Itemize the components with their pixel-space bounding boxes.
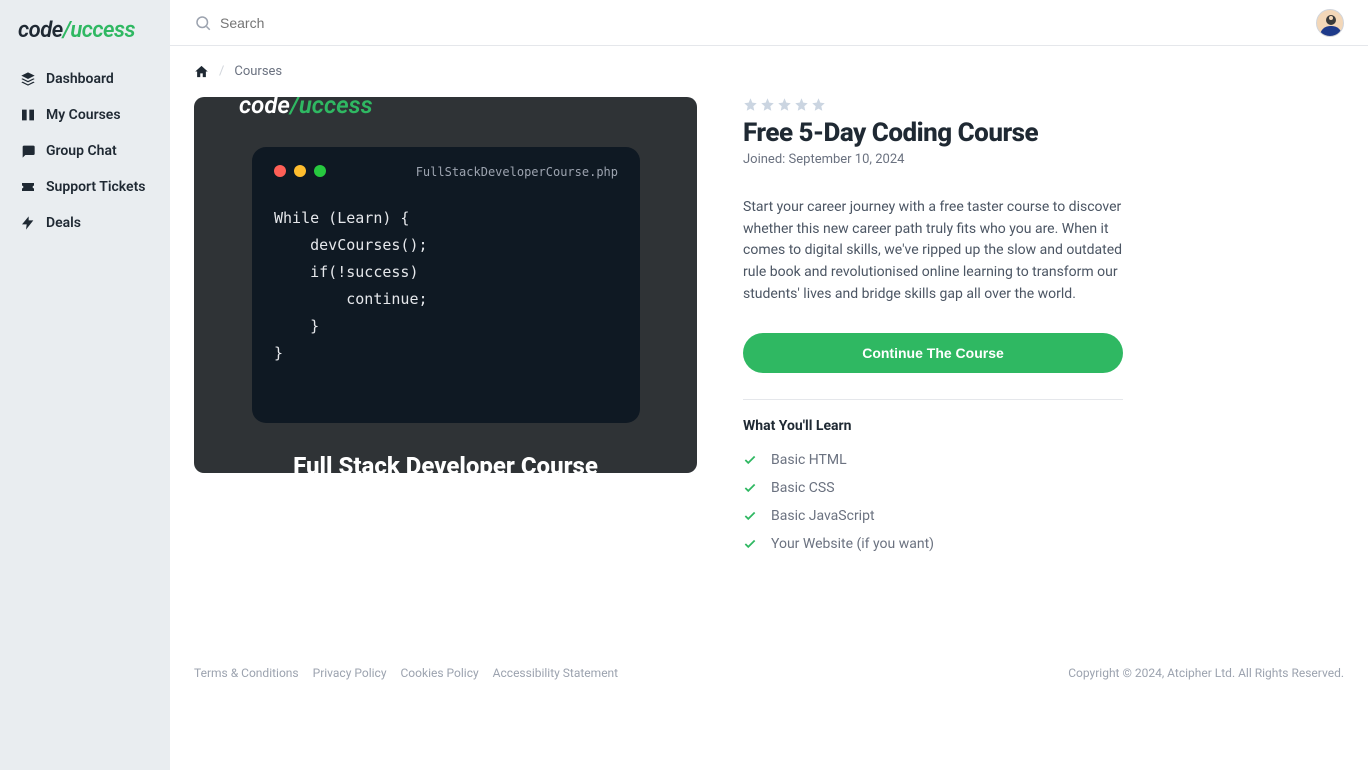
footer-link-accessibility[interactable]: Accessibility Statement: [493, 666, 618, 680]
sidebar-item-deals[interactable]: Deals: [10, 207, 160, 239]
star-icon: [794, 97, 809, 112]
learn-item-label: Your Website (if you want): [771, 536, 934, 552]
window-dot-red: [274, 165, 286, 177]
footer: Terms & Conditions Privacy Policy Cookie…: [194, 644, 1344, 770]
sidebar-item-label: Deals: [46, 215, 81, 231]
image-card-logo: code/uccess: [239, 97, 373, 119]
code-window: FullStackDeveloperCourse.php While (Lear…: [252, 147, 640, 423]
check-icon: [743, 509, 757, 523]
footer-link-cookies[interactable]: Cookies Policy: [401, 666, 479, 680]
continue-course-button[interactable]: Continue The Course: [743, 333, 1123, 373]
window-dot-green: [314, 165, 326, 177]
book-icon: [20, 107, 36, 123]
avatar[interactable]: [1316, 9, 1344, 37]
breadcrumb: / Courses: [194, 64, 1344, 79]
check-icon: [743, 481, 757, 495]
learn-item: Basic CSS: [743, 474, 1123, 502]
sidebar-item-group-chat[interactable]: Group Chat: [10, 135, 160, 167]
sidebar-item-label: Dashboard: [46, 71, 114, 87]
learn-title: What You'll Learn: [743, 418, 1123, 434]
star-icon: [760, 97, 775, 112]
learn-item-label: Basic HTML: [771, 452, 847, 468]
footer-copyright: Copyright © 2024, Atcipher Ltd. All Righ…: [1068, 666, 1344, 680]
learn-item-label: Basic JavaScript: [771, 508, 875, 524]
check-icon: [743, 453, 757, 467]
star-icon: [811, 97, 826, 112]
course-info: Free 5-Day Coding Course Joined: Septemb…: [743, 97, 1123, 558]
course-description: Start your career journey with a free ta…: [743, 197, 1123, 305]
home-icon[interactable]: [194, 64, 209, 79]
learn-item: Basic HTML: [743, 446, 1123, 474]
learn-item: Your Website (if you want): [743, 530, 1123, 558]
learn-list: Basic HTML Basic CSS Basic JavaScript: [743, 446, 1123, 558]
sidebar-item-label: Support Tickets: [46, 179, 145, 195]
course-title: Free 5-Day Coding Course: [743, 118, 1123, 148]
divider: [743, 399, 1123, 400]
sidebar-item-my-courses[interactable]: My Courses: [10, 99, 160, 131]
search-input[interactable]: [220, 15, 520, 31]
topbar: [170, 0, 1368, 46]
star-icon: [743, 97, 758, 112]
breadcrumb-current: Courses: [234, 64, 282, 79]
code-content: While (Learn) { devCourses(); if(!succes…: [274, 205, 618, 367]
check-icon: [743, 537, 757, 551]
footer-link-terms[interactable]: Terms & Conditions: [194, 666, 299, 680]
bolt-icon: [20, 215, 36, 231]
sidebar-nav: Dashboard My Courses Group Chat Support …: [0, 63, 170, 239]
footer-link-privacy[interactable]: Privacy Policy: [313, 666, 387, 680]
ticket-icon: [20, 179, 36, 195]
brand-part1: code: [18, 18, 63, 43]
search-icon: [194, 14, 212, 32]
course-joined: Joined: September 10, 2024: [743, 152, 1123, 167]
image-card-caption: Full Stack Developer Course: [194, 454, 697, 473]
code-filename: FullStackDeveloperCourse.php: [416, 165, 618, 179]
rating-stars: [743, 97, 1123, 112]
brand-part2: /uccess: [63, 18, 135, 43]
star-icon: [777, 97, 792, 112]
breadcrumb-sep: /: [219, 64, 224, 79]
course-image-card: code/uccess FullStackDeveloperCourse.php…: [194, 97, 697, 473]
window-dot-yellow: [294, 165, 306, 177]
brand-logo[interactable]: code/uccess: [0, 8, 170, 63]
sidebar-item-label: My Courses: [46, 107, 121, 123]
sidebar: code/uccess Dashboard My Courses Group C…: [0, 0, 170, 770]
layers-icon: [20, 71, 36, 87]
chat-icon: [20, 143, 36, 159]
sidebar-item-dashboard[interactable]: Dashboard: [10, 63, 160, 95]
learn-item-label: Basic CSS: [771, 480, 835, 496]
sidebar-item-support-tickets[interactable]: Support Tickets: [10, 171, 160, 203]
learn-item: Basic JavaScript: [743, 502, 1123, 530]
sidebar-item-label: Group Chat: [46, 143, 117, 159]
